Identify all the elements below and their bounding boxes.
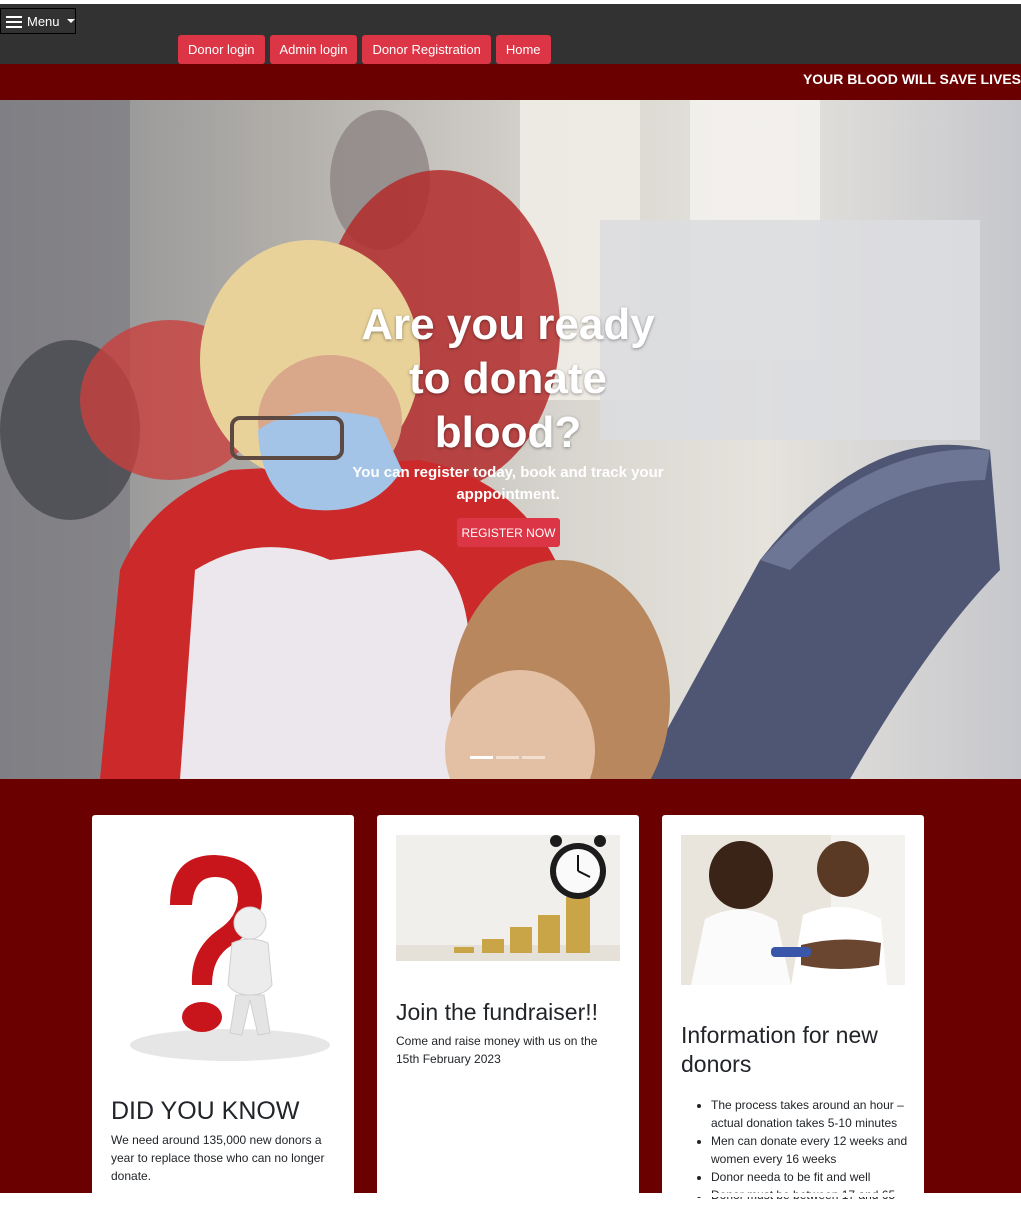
donor-info-list: The process takes around an hour – actua… [681,1096,915,1204]
info-cards-section: DID YOU KNOW We need around 135,000 new … [0,779,1021,1215]
hero-subtitle: You can register today, book and track y… [352,464,664,503]
donor-registration-button[interactable]: Donor Registration [362,35,491,64]
nav-buttons: Donor login Admin login Donor Registrati… [178,35,551,64]
card-did-you-know: DID YOU KNOW We need around 135,000 new … [92,815,354,1215]
card-title: DID YOU KNOW [111,1097,300,1125]
home-button[interactable]: Home [495,35,551,64]
menu-label: Menu [27,13,60,29]
carousel-indicator-3[interactable] [522,756,545,759]
carousel-indicator-1[interactable] [470,756,493,759]
list-item: The process takes around an hour – actua… [711,1096,915,1132]
caret-down-icon [66,19,75,23]
card-new-donors: Information for new donors The process t… [662,815,924,1215]
hero-title: Are you ready to donate blood? [361,300,655,457]
card-fundraiser: Join the fundraiser!! Come and raise mon… [377,815,639,1215]
hero-carousel: Are you ready to donate blood? You can r… [0,100,1021,779]
card-text: Come and raise money with us on the 15th… [396,1034,598,1066]
question-mark-image [110,835,336,1063]
admin-login-button[interactable]: Admin login [269,35,358,64]
top-navbar: Menu Donor login Admin login Donor Regis… [0,4,1021,64]
carousel-indicators [470,756,545,759]
card-text: We need around 135,000 new donors a year… [111,1133,325,1183]
hamburger-icon [6,15,22,28]
nurse-drawing-blood-image [681,835,905,985]
list-item: Men can donate every 12 weeks and women … [711,1132,915,1168]
page-bottom-edge [0,1193,1021,1197]
marquee-text: YOUR BLOOD WILL SAVE LIVES [802,71,1021,87]
card-title: Information for new donors [681,1022,878,1077]
card-title: Join the fundraiser!! [396,999,599,1025]
menu-button[interactable]: Menu [0,8,76,34]
marquee-banner: YOUR BLOOD WILL SAVE LIVES [0,64,1021,100]
register-now-button[interactable]: REGISTER NOW [457,518,560,547]
carousel-indicator-2[interactable] [496,756,519,759]
donor-login-button[interactable]: Donor login [178,35,265,64]
list-item: Donor needa to be fit and well [711,1168,915,1186]
clock-coins-image [396,835,620,961]
